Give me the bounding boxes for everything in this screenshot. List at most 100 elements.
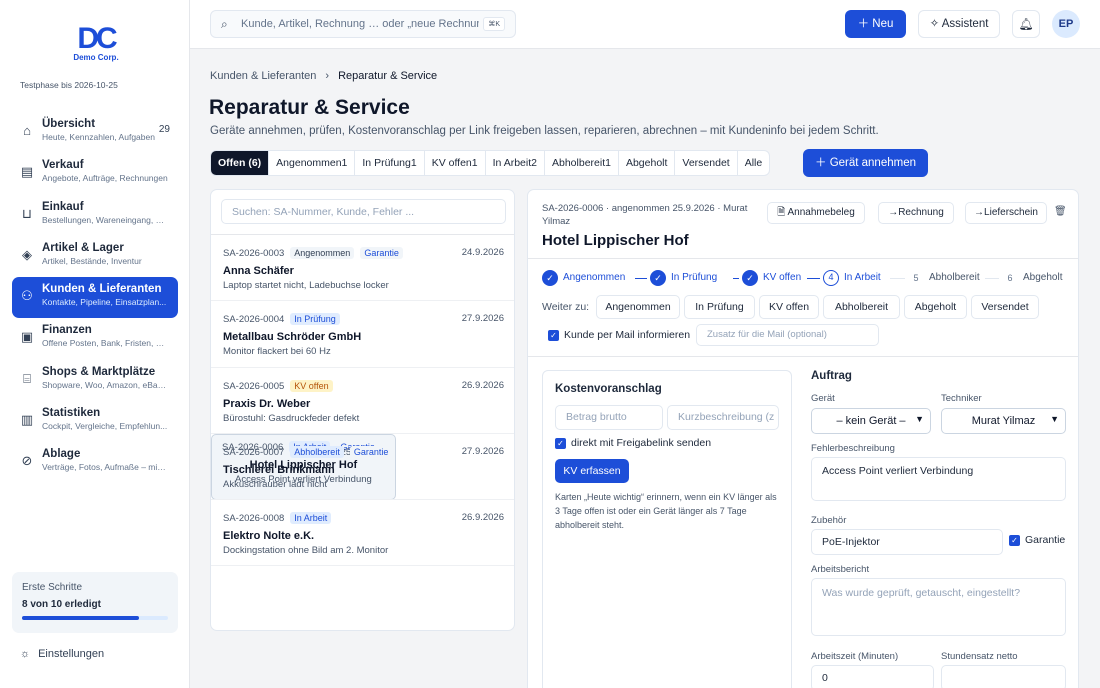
divider: [528, 258, 1078, 259]
first-steps-progress-fill: [22, 616, 139, 620]
status-step-label: In Prüfung: [671, 272, 718, 283]
service-list: SA-2026-0003 Angenommen Garantie 24.9.2026 A…: [211, 234, 514, 567]
notify-customer-checkbox[interactable]: ✓: [548, 330, 559, 341]
status-step-1: ✓ In Prüfung: [650, 270, 717, 286]
first-steps-progress-bar: [22, 616, 168, 620]
customer-name: Elektro Nolte e.K.: [223, 530, 315, 543]
sidebar-item-0[interactable]: ⌂ Übersicht Heute, Kennzahlen, Aufgaben 29: [12, 112, 178, 153]
first-steps-card[interactable]: Erste Schritte 8 von 10 erledigt: [12, 572, 178, 633]
warranty-badge: Garantie: [360, 247, 403, 259]
receipt-button-label: Annahmebeleg: [787, 207, 855, 218]
status-tabs: Offen (6) Angenommen1 In Prüfung1 KV offen1…: [210, 150, 771, 176]
status-step-label: Abholbereit: [929, 272, 980, 283]
sidebar-item-5[interactable]: ▣ Finanzen Offene Posten, Bank, Fristen, L…: [12, 318, 178, 359]
service-id: SA-2026-0003: [223, 248, 285, 259]
settings-link[interactable]: ☼ Einstellungen: [20, 648, 104, 660]
tab-2[interactable]: In Prüfung1: [355, 151, 425, 175]
send-approval-link-checkbox[interactable]: ✓: [555, 438, 566, 449]
to-invoice-button[interactable]: →Rechnung: [878, 202, 954, 224]
sidebar-item-8[interactable]: ⊘ Ablage Verträge, Fotos, Aufmaße – mit ..…: [12, 442, 178, 483]
fault-summary: Monitor flackert bei 60 Hz: [223, 346, 331, 358]
shop-icon: ⌸: [23, 370, 31, 386]
list-item[interactable]: SA-2026-0003 Angenommen Garantie 24.9.2026 A…: [211, 235, 514, 302]
device-select[interactable]: – kein Gerät – ▼: [811, 408, 931, 434]
page-title: Reparatur & Service: [209, 96, 410, 119]
cart-icon: ⊔: [21, 205, 33, 221]
send-approval-link-label: direkt mit Freigabelink senden: [571, 437, 712, 449]
breadcrumb-parent[interactable]: Kunden & Lieferanten: [210, 70, 316, 82]
tab-1[interactable]: Angenommen1: [269, 151, 356, 175]
technician-select[interactable]: Murat Yilmaz ▼: [941, 408, 1066, 434]
tab-0[interactable]: Offen (6): [211, 151, 270, 175]
mail-note-input[interactable]: Zusatz für die Mail (optional): [696, 324, 879, 346]
accept-device-button[interactable]: ＋ Gerät annehmen: [803, 149, 928, 177]
fault-summary: Dockingstation ohne Bild am 2. Monitor: [223, 545, 389, 557]
logo-subtitle: Demo Corp.: [73, 53, 119, 62]
list-item[interactable]: SA-2026-0008 In Arbeit 26.9.2026 Elektro No…: [211, 500, 514, 567]
sidebar-item-1[interactable]: ▤ Verkauf Angebote, Aufträge, Rechnungen: [12, 153, 178, 194]
assistant-button-label: Assistent: [941, 18, 989, 30]
accessories-label: Zubehör: [811, 515, 847, 526]
user-avatar[interactable]: EP: [1052, 10, 1080, 38]
notifications-button[interactable]: 🔔︎: [1012, 10, 1040, 38]
sidebar-item-title: Kunden & Lieferanten: [42, 283, 162, 296]
customer-name: Metallbau Schröder GmbH: [223, 331, 362, 344]
check-icon: ✓: [542, 270, 558, 286]
sidebar-item-title: Shops & Marktplätze: [42, 365, 156, 378]
service-id: SA-2026-0005: [223, 380, 285, 392]
list-item[interactable]: SA-2026-0004 In Prüfung 27.9.2026 Metallbau…: [211, 301, 514, 368]
service-date: 27.9.2026: [461, 313, 504, 325]
amount-input[interactable]: Betrag brutto: [555, 405, 663, 430]
sidebar-item-2[interactable]: ⊔ Einkauf Bestellungen, Wareneingang, B...: [12, 195, 178, 236]
gear-icon: ☼: [20, 648, 31, 660]
service-date: 26.9.2026: [461, 379, 504, 391]
sidebar-item-title: Verkauf: [42, 159, 84, 172]
tab-5[interactable]: Abholbereit1: [545, 151, 619, 175]
list-item[interactable]: SA-2026-0005 KV offen 26.9.2026 Praxis Dr. …: [211, 368, 514, 434]
trial-info: Testphase bis 2026-10-25: [20, 80, 118, 90]
next-status-button[interactable]: Versendet: [971, 295, 1039, 319]
next-status-button[interactable]: KV offen: [759, 295, 819, 319]
breadcrumb: Kunden & Lieferanten › Reparatur & Service: [210, 70, 437, 82]
tab-3[interactable]: KV offen1: [425, 151, 486, 175]
tab-8[interactable]: Alle: [738, 151, 770, 175]
sidebar-item-3[interactable]: ◈ Artikel & Lager Artikel, Bestände, Inven…: [12, 236, 178, 277]
status-badge: Angenommen: [290, 247, 355, 259]
sidebar-item-6[interactable]: ⌸ Shops & Marktplätze Shopware, Woo, Amazo…: [12, 360, 178, 401]
next-status-button[interactable]: Angenommen: [596, 295, 680, 319]
receipt-button[interactable]: 🗎︎ Annahmebeleg: [767, 202, 865, 224]
work-report-textarea[interactable]: Was wurde geprüft, getauscht, eingestell…: [811, 578, 1066, 636]
tab-6[interactable]: Abgeholt: [619, 151, 676, 175]
plus-icon: ＋: [857, 18, 873, 30]
status-step-label: Angenommen: [563, 272, 626, 283]
accessories-input[interactable]: PoE-Injektor: [811, 529, 1003, 555]
list-item[interactable]: SA-2026-0007 Abholbereit Garantie 27.9.2026…: [211, 434, 514, 501]
create-estimate-button[interactable]: KV erfassen: [555, 459, 629, 483]
sidebar-item-4[interactable]: ⚇ Kunden & Lieferanten Kontakte, Pipeline,…: [12, 277, 178, 319]
tab-7[interactable]: Versendet: [675, 151, 738, 175]
chevron-down-icon: ▼: [1050, 414, 1059, 424]
next-status-button[interactable]: Abholbereit: [823, 295, 900, 319]
status-step-label: KV offen: [763, 272, 802, 283]
step-number: 6: [1002, 270, 1018, 286]
service-id: SA-2026-0008: [223, 513, 285, 525]
short-description-input[interactable]: Kurzbeschreibung (z: [667, 405, 779, 430]
to-delivery-note-button[interactable]: →Lieferschein: [965, 202, 1047, 224]
list-search-input[interactable]: Suchen: SA-Nummer, Kunde, Fehler ...: [221, 199, 506, 224]
new-button[interactable]: ＋ Neu: [845, 10, 906, 38]
hourly-rate-input[interactable]: [941, 665, 1066, 688]
global-search-input[interactable]: ⌕ Kunde, Artikel, Rechnung … oder „neue …: [210, 10, 516, 38]
logo-mark: DC: [77, 22, 117, 55]
sidebar-item-7[interactable]: ▥ Statistiken Cockpit, Vergleiche, Empfehl…: [12, 401, 178, 442]
trash-icon[interactable]: 🗑︎: [1054, 206, 1067, 217]
company-logo[interactable]: DC Demo Corp.: [56, 22, 136, 63]
next-status-button[interactable]: In Prüfung: [684, 295, 755, 319]
warranty-checkbox[interactable]: ✓: [1009, 535, 1020, 546]
sparkle-icon: ✧: [929, 18, 942, 30]
assistant-button[interactable]: ✧ Assistent: [918, 10, 1000, 38]
tab-4[interactable]: In Arbeit2: [486, 151, 545, 175]
fault-summary: Akkuschrauber lädt nicht: [223, 478, 328, 490]
work-time-input[interactable]: 0: [811, 665, 934, 688]
next-status-button[interactable]: Abgeholt: [904, 295, 967, 319]
fault-description-textarea[interactable]: Access Point verliert Verbindung: [811, 457, 1066, 501]
